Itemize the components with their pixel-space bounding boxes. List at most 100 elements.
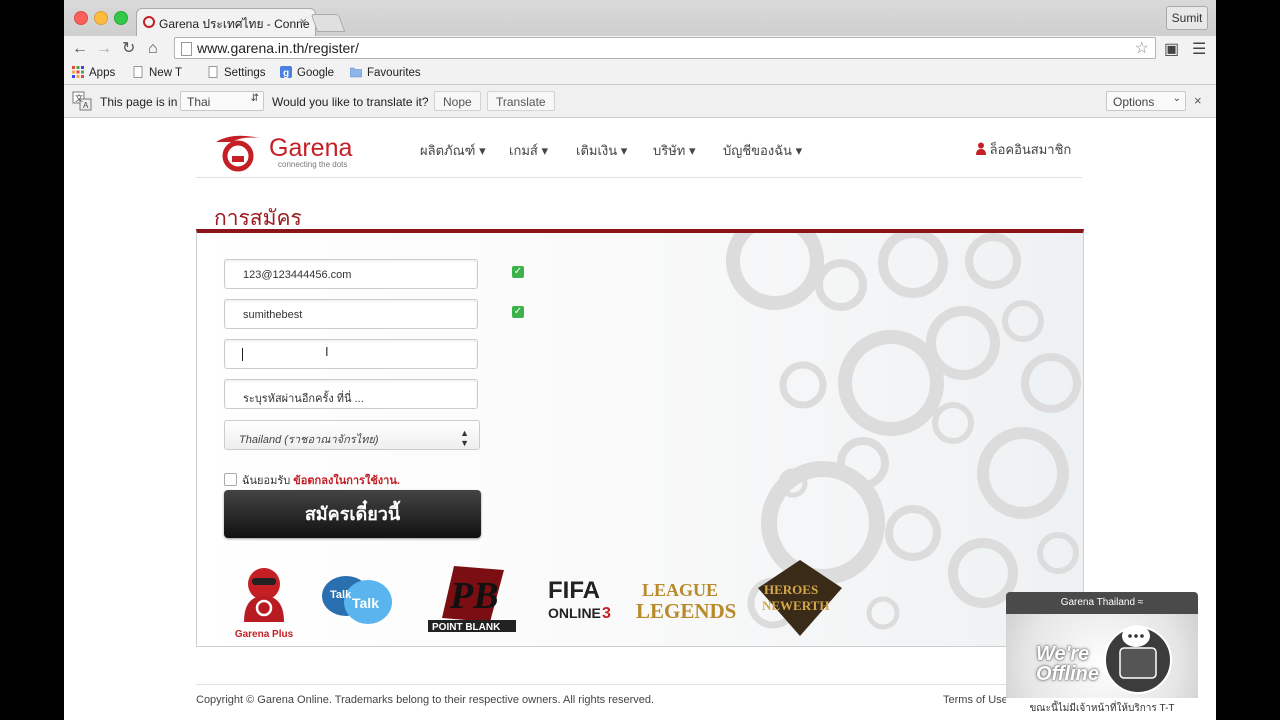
header-divider bbox=[196, 177, 1082, 178]
email-field[interactable]: 123@123444456.com bbox=[224, 259, 478, 289]
bookmark-apps[interactable]: Apps bbox=[72, 66, 115, 79]
garena-logo[interactable]: Garena connecting the dots bbox=[212, 132, 362, 172]
text-caret bbox=[242, 348, 243, 361]
language-select[interactable]: Thai ⇵ bbox=[180, 91, 264, 111]
chat-header[interactable]: Garena Thailand ≈ bbox=[1006, 592, 1198, 614]
signup-button[interactable]: สมัครเดี๋ยวนี้ bbox=[224, 490, 481, 538]
svg-text:LEGENDS: LEGENDS bbox=[636, 599, 736, 622]
svg-text:g: g bbox=[283, 68, 289, 78]
text-cursor-icon: I bbox=[325, 344, 329, 359]
chat-status-line1: We're bbox=[1036, 643, 1090, 665]
tab-close-icon[interactable]: × bbox=[299, 14, 307, 29]
fifa-online-3-logo[interactable]: FIFA ONLINE 3 bbox=[546, 574, 616, 626]
svg-text:POINT BLANK: POINT BLANK bbox=[432, 622, 501, 633]
nav-label: เกมส์ bbox=[509, 143, 538, 158]
home-icon[interactable]: ⌂ bbox=[148, 40, 158, 58]
garena-plus-mascot-icon bbox=[244, 568, 284, 622]
heroes-of-newerth-logo[interactable]: HEROES NEWERTH bbox=[754, 558, 846, 638]
terms-agreement: ฉันยอมรับ ข้อตกลงในการใช้งาน. bbox=[224, 471, 400, 489]
country-select[interactable]: Thailand (ราชอาณาจักรไทย) ▲ ▼ bbox=[224, 420, 480, 450]
close-translate-icon[interactable]: × bbox=[1194, 93, 1202, 108]
agree-checkbox[interactable] bbox=[224, 473, 237, 486]
offline-chat-bubble-icon bbox=[1104, 625, 1172, 694]
game-logos: Garena Plus Talk Talk PB POINT BLANK FIF… bbox=[224, 558, 864, 640]
folder-icon bbox=[350, 67, 362, 78]
heroes-of-newerth-emblem-icon: HEROES NEWERTH bbox=[758, 560, 842, 636]
page-icon bbox=[208, 66, 218, 78]
svg-text:A: A bbox=[83, 101, 89, 110]
new-tab-button[interactable] bbox=[310, 14, 346, 32]
language-value: Thai bbox=[187, 95, 211, 109]
nav-games[interactable]: เกมส์ ▾ bbox=[509, 140, 548, 161]
talktalk-logo[interactable]: Talk Talk bbox=[320, 572, 396, 632]
close-window-button[interactable] bbox=[74, 11, 88, 25]
bookmark-label: New T bbox=[149, 67, 183, 79]
address-bar[interactable]: www.garena.in.th/register/ ☆ bbox=[174, 37, 1156, 59]
page-icon bbox=[133, 66, 143, 78]
translate-question: Would you like to translate it? bbox=[272, 95, 429, 109]
translate-bar: 文 A This page is in Thai ⇵ Would you lik… bbox=[64, 85, 1216, 118]
terms-of-use-link[interactable]: Terms of Use bbox=[943, 694, 1008, 706]
caret-down-icon: ▾ bbox=[620, 143, 628, 158]
league-of-legends-wordmark-icon: LEAGUE LEGENDS bbox=[636, 580, 736, 623]
nav-label: บัญชีของฉัน bbox=[723, 143, 792, 158]
password-field[interactable] bbox=[224, 339, 478, 369]
svg-text:NEWERTH: NEWERTH bbox=[762, 598, 829, 613]
options-select[interactable]: Options ⌄ bbox=[1106, 91, 1186, 111]
caret-down-icon: ▾ bbox=[541, 143, 548, 158]
point-blank-emblem-icon: PB POINT BLANK bbox=[428, 566, 516, 633]
reload-icon[interactable]: ↻ bbox=[122, 40, 135, 58]
confirm-password-field[interactable]: ระบุรหัสผ่านอีกครั้ง ที่นี่ ... bbox=[224, 379, 478, 409]
reading-list-icon[interactable]: ▣ bbox=[1164, 39, 1179, 59]
translate-lead: This page is in bbox=[100, 95, 178, 109]
minimize-window-button[interactable] bbox=[94, 11, 108, 25]
select-arrows-icon: ▲ ▼ bbox=[460, 428, 469, 448]
nav-label: บริษัท bbox=[653, 143, 686, 158]
translate-button[interactable]: Translate bbox=[487, 91, 555, 111]
thai-flag-icon: ≈ bbox=[1137, 597, 1144, 608]
league-of-legends-logo[interactable]: LEAGUE LEGENDS bbox=[634, 576, 738, 623]
nav-my-account[interactable]: บัญชีของฉัน ▾ bbox=[723, 140, 802, 161]
zoom-window-button[interactable] bbox=[114, 11, 128, 25]
username-field[interactable]: sumithebest bbox=[224, 299, 478, 329]
nav-topup[interactable]: เติมเงิน ▾ bbox=[576, 140, 627, 161]
terms-link[interactable]: ข้อตกลงในการใช้งาน. bbox=[293, 475, 400, 487]
bookmark-label: Apps bbox=[89, 67, 116, 79]
select-arrows-icon: ⇵ bbox=[250, 93, 259, 104]
tab-title: Garena ประเทศไทย - Conne bbox=[159, 17, 310, 31]
translate-icon: 文 A bbox=[72, 91, 92, 111]
bookmark-google[interactable]: g Google bbox=[280, 66, 334, 79]
svg-text:PB: PB bbox=[449, 575, 499, 617]
svg-text:LEAGUE: LEAGUE bbox=[642, 580, 718, 600]
bookmark-new-tab[interactable]: New T bbox=[132, 66, 182, 79]
nav-products[interactable]: ผลิตภัณฑ์ ▾ bbox=[420, 140, 486, 161]
nav-company[interactable]: บริษัท ▾ bbox=[653, 140, 696, 161]
member-login-link[interactable]: ล็อคอินสมาชิก bbox=[976, 139, 1071, 160]
chat-status: We're Offline bbox=[1036, 644, 1099, 684]
menu-icon[interactable]: ☰ bbox=[1192, 39, 1206, 59]
chat-body: We're Offline bbox=[1006, 614, 1198, 698]
back-icon[interactable]: ← bbox=[72, 40, 88, 58]
bookmarks-bar: Apps New T Settings g Google Favourites bbox=[64, 62, 1216, 85]
email-valid-check-icon: ✓ bbox=[512, 266, 524, 278]
forward-icon[interactable]: → bbox=[96, 40, 112, 58]
bookmark-label: Settings bbox=[224, 67, 266, 79]
chat-widget[interactable]: Garena Thailand ≈ We're Offline ขณะนี้ไม… bbox=[1006, 592, 1198, 720]
profile-button[interactable]: Sumit bbox=[1166, 6, 1208, 30]
bookmark-star-icon[interactable]: ☆ bbox=[1135, 38, 1149, 58]
point-blank-logo[interactable]: PB POINT BLANK bbox=[424, 562, 520, 636]
garena-plus-logo[interactable]: Garena Plus bbox=[234, 564, 294, 640]
tab-bar: Garena ประเทศไทย - Conne × Sumit bbox=[64, 0, 1216, 36]
svg-text:HEROES: HEROES bbox=[764, 582, 818, 597]
browser-tab[interactable]: Garena ประเทศไทย - Conne × bbox=[136, 8, 316, 36]
nope-button[interactable]: Nope bbox=[434, 91, 481, 111]
username-valid-check-icon: ✓ bbox=[512, 306, 524, 318]
logo-text: Garena bbox=[269, 134, 353, 162]
caret-down-icon: ▾ bbox=[479, 143, 486, 158]
bookmark-favourites[interactable]: Favourites bbox=[350, 66, 421, 79]
login-label: ล็อคอินสมาชิก bbox=[989, 142, 1072, 157]
google-icon: g bbox=[280, 66, 292, 78]
copyright-text: Copyright © Garena Online. Trademarks be… bbox=[196, 694, 655, 706]
bookmark-settings[interactable]: Settings bbox=[207, 66, 266, 79]
page-info-icon[interactable] bbox=[181, 42, 192, 56]
